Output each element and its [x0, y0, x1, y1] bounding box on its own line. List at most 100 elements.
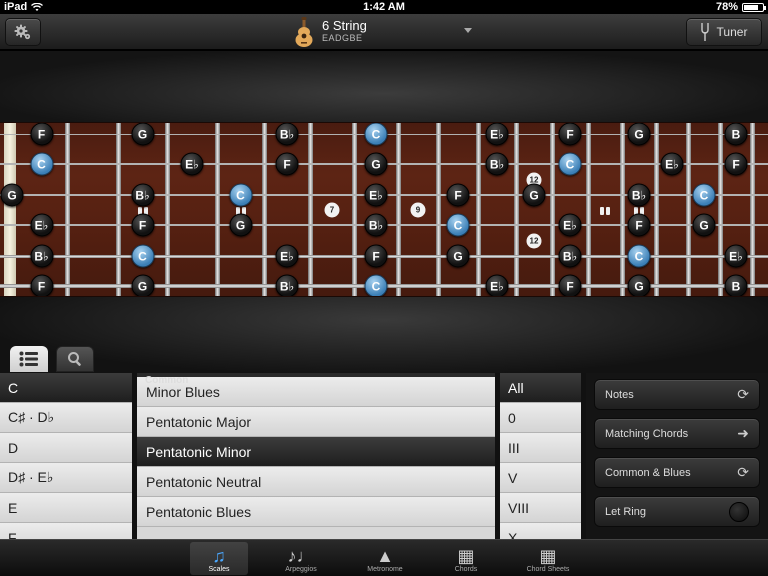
note-marker[interactable]: F	[30, 123, 53, 146]
root-note-item[interactable]: C♯ · D♭	[0, 403, 132, 433]
note-marker[interactable]: B♭	[627, 183, 651, 207]
settings-button[interactable]	[5, 18, 41, 46]
note-marker[interactable]: E♭	[30, 213, 53, 237]
root-note-item[interactable]: E	[0, 493, 132, 523]
note-marker[interactable]: B♭	[275, 274, 299, 296]
note-marker[interactable]: E♭	[558, 213, 582, 237]
note-marker[interactable]: B♭	[275, 123, 299, 146]
note-marker[interactable]: F	[558, 274, 582, 296]
root-note-marker[interactable]: C	[229, 183, 252, 207]
fret-wire	[750, 123, 755, 296]
note-marker[interactable]: E♭	[724, 244, 748, 268]
tab-label: Metronome	[367, 566, 403, 573]
note-marker[interactable]: B♭	[30, 244, 53, 268]
position-item[interactable]: All	[500, 373, 581, 403]
scale-item[interactable]: Pentatonic Minor	[137, 437, 495, 467]
root-note-item[interactable]: F	[0, 523, 132, 539]
tab-arpeggios[interactable]: ♪♩ Arpeggios	[272, 542, 330, 575]
let-ring-label: Let Ring	[605, 505, 646, 518]
note-marker[interactable]: E♭	[275, 244, 299, 268]
note-marker[interactable]: G	[627, 123, 651, 146]
root-note-item[interactable]: D♯ · E♭	[0, 463, 132, 493]
note-marker[interactable]: G	[364, 152, 388, 176]
position-list[interactable]: All 0 III V VIII X	[500, 373, 581, 539]
note-marker[interactable]: G	[692, 213, 716, 237]
note-marker[interactable]: F	[558, 123, 582, 146]
instrument-picker[interactable]: 6 String EADGBE	[294, 16, 474, 48]
let-ring-toggle[interactable]: Let Ring	[594, 496, 760, 527]
root-note-marker[interactable]: C	[692, 183, 716, 207]
search-tab[interactable]	[56, 346, 94, 372]
arpeggio-notes-icon: ♪♩	[287, 546, 315, 566]
root-note-list[interactable]: C C♯ · D♭ D D♯ · E♭ E F	[0, 373, 132, 539]
root-note-item[interactable]: D	[0, 433, 132, 463]
note-marker[interactable]: F	[131, 213, 154, 237]
search-icon	[68, 352, 81, 366]
note-marker[interactable]: G	[131, 123, 154, 146]
matching-chords-button[interactable]: Matching Chords ➜	[594, 418, 760, 449]
position-item[interactable]: VIII	[500, 493, 581, 523]
root-note-marker[interactable]: C	[627, 244, 651, 268]
root-note-marker[interactable]: C	[364, 123, 388, 146]
root-note-marker[interactable]: C	[558, 152, 582, 176]
tab-chord-sheets[interactable]: ▦ Chord Sheets	[519, 542, 577, 575]
fret-wire	[550, 123, 555, 296]
tab-metronome[interactable]: ▲ Metronome	[356, 542, 414, 575]
note-marker[interactable]: B♭	[364, 213, 388, 237]
position-item[interactable]: X	[500, 523, 581, 539]
note-marker[interactable]: E♭	[180, 152, 204, 176]
note-marker[interactable]: G	[446, 244, 470, 268]
tuning-fork-icon	[700, 23, 709, 41]
position-item[interactable]: 0	[500, 403, 581, 433]
tuner-button[interactable]: Tuner	[686, 18, 762, 46]
note-marker[interactable]: F	[30, 274, 53, 296]
list-view-tab[interactable]	[10, 346, 48, 372]
toggle-indicator-icon[interactable]	[729, 501, 749, 522]
note-marker[interactable]: E♭	[485, 274, 509, 296]
root-note-item[interactable]: C	[0, 373, 132, 403]
note-marker[interactable]: B♭	[485, 152, 509, 176]
common-blues-button[interactable]: Common & Blues ⟳	[594, 457, 760, 488]
note-marker[interactable]: G	[627, 274, 651, 296]
note-marker[interactable]: G	[522, 183, 546, 207]
fret-wire	[116, 123, 121, 296]
notes-button[interactable]: Notes ⟳	[594, 379, 760, 410]
tab-scales[interactable]: ♫ Scales	[190, 542, 248, 575]
scale-item[interactable]: Pentatonic Blues	[137, 497, 495, 527]
note-marker[interactable]: F	[364, 244, 388, 268]
note-marker[interactable]: F	[275, 152, 299, 176]
note-marker[interactable]: B	[724, 123, 748, 146]
note-marker[interactable]: E♭	[485, 123, 509, 146]
scale-item[interactable]: Pentatonic Neutral	[137, 467, 495, 497]
root-note-marker[interactable]: C	[131, 244, 154, 268]
note-marker[interactable]: F	[446, 183, 470, 207]
scale-item[interactable]: Pentatonic Major	[137, 407, 495, 437]
note-marker[interactable]: E♭	[364, 183, 388, 207]
note-marker[interactable]: B♭	[131, 183, 154, 207]
fret-wire	[718, 123, 723, 296]
fret-wire	[396, 123, 401, 296]
note-marker[interactable]: G	[229, 213, 252, 237]
scale-item[interactable]: Minor Blues	[137, 377, 495, 407]
fretboard[interactable]: 7 9 12 12 F G B♭ C E♭ F G B C E♭ F G B♭ C E♭ F G B♭ C E♭ F G B♭ C E♭…	[0, 122, 768, 297]
fret-inlay-marker: 9	[410, 202, 426, 218]
note-marker[interactable]: B	[724, 274, 748, 296]
toolbar: 6 String EADGBE Tuner	[0, 14, 768, 50]
note-marker[interactable]: G	[0, 183, 24, 207]
root-note-marker[interactable]: C	[446, 213, 470, 237]
position-item[interactable]: V	[500, 463, 581, 493]
tab-bar: ♫ Scales ♪♩ Arpeggios ▲ Metronome ▦ Chords ▦ Chor…	[0, 539, 768, 576]
tab-chords[interactable]: ▦ Chords	[437, 542, 495, 575]
position-item[interactable]: III	[500, 433, 581, 463]
fret-wire	[586, 123, 591, 296]
scale-list[interactable]: Common Minor BluesPentatonic MajorPentat…	[137, 373, 495, 539]
music-note-icon: ♫	[212, 546, 226, 566]
root-note-marker[interactable]: C	[30, 152, 53, 176]
note-marker[interactable]: G	[131, 274, 154, 296]
note-marker[interactable]: F	[627, 213, 651, 237]
fret-wire	[215, 123, 220, 296]
root-note-marker[interactable]: C	[364, 274, 388, 296]
note-marker[interactable]: F	[724, 152, 748, 176]
note-marker[interactable]: B♭	[558, 244, 582, 268]
note-marker[interactable]: E♭	[660, 152, 684, 176]
